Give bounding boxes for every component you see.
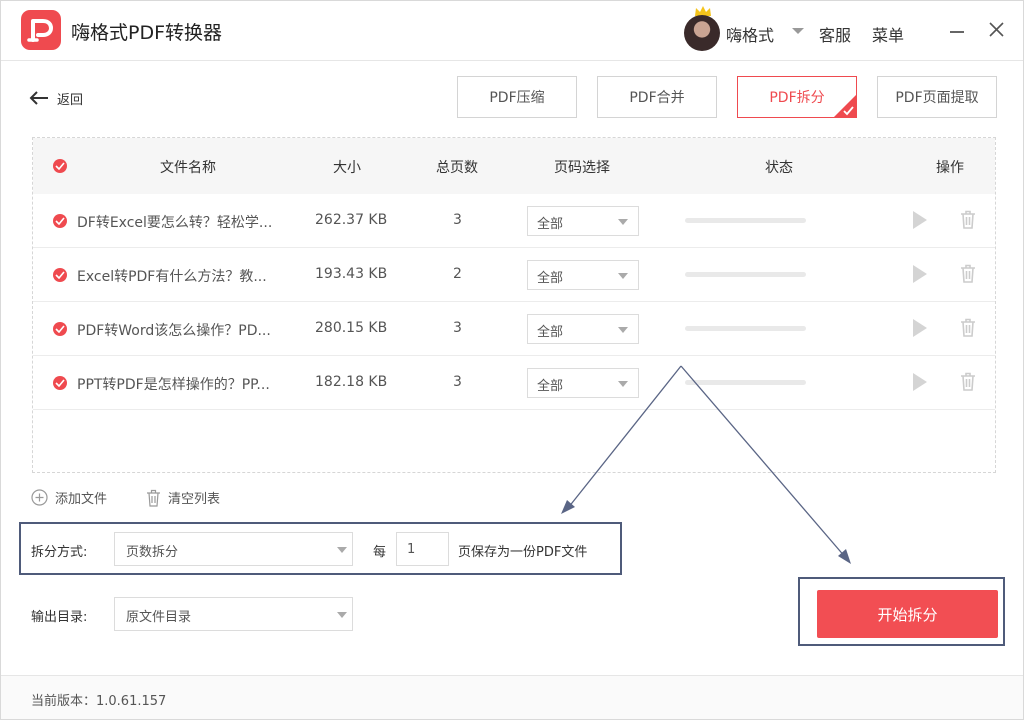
page-count: 2 bbox=[453, 266, 462, 282]
clear-list-button[interactable]: 清空列表 bbox=[146, 488, 220, 507]
page-range-select[interactable]: 全部 bbox=[527, 368, 639, 398]
table-row: PDF转Word该怎么操作？PD... 280.15 KB 3 全部 bbox=[33, 302, 995, 356]
page-count: 3 bbox=[453, 374, 462, 390]
split-method-value: 页数拆分 bbox=[126, 545, 179, 560]
tab-pdf-compress[interactable]: PDF压缩 bbox=[457, 76, 577, 118]
play-icon[interactable] bbox=[913, 319, 927, 337]
page-range-value: 全部 bbox=[537, 379, 564, 394]
play-icon[interactable] bbox=[913, 373, 927, 391]
file-table: 文件名称 大小 总页数 页码选择 状态 操作 DF转Excel要怎么转？轻松学.… bbox=[32, 137, 996, 473]
split-method-label: 拆分方式: bbox=[31, 545, 88, 560]
page-range-value: 全部 bbox=[537, 217, 564, 232]
chevron-down-icon bbox=[337, 547, 347, 553]
close-icon[interactable] bbox=[988, 21, 1005, 38]
version-text: 当前版本：1.0.61.157 bbox=[31, 694, 167, 709]
delete-icon[interactable] bbox=[960, 372, 976, 391]
table-row: DF转Excel要怎么转？轻松学... 262.37 KB 3 全部 bbox=[33, 194, 995, 248]
row-checkbox[interactable] bbox=[53, 268, 67, 282]
plus-circle-icon bbox=[31, 489, 48, 506]
table-header: 文件名称 大小 总页数 页码选择 状态 操作 bbox=[33, 138, 995, 194]
status-progress-bar bbox=[685, 218, 806, 223]
header-page-range: 页码选择 bbox=[554, 160, 610, 176]
minimize-icon[interactable] bbox=[950, 31, 964, 33]
app-title: 嗨格式PDF转换器 bbox=[71, 22, 223, 44]
header-size: 大小 bbox=[333, 160, 361, 176]
app-window: 嗨格式PDF转换器 嗨格式 客服 菜单 返回 PDF压缩 PDF合并 PDF拆分 bbox=[0, 0, 1024, 720]
status-progress-bar bbox=[685, 326, 806, 331]
tab-pdf-page-extract[interactable]: PDF页面提取 bbox=[877, 76, 997, 118]
tab-pdf-merge[interactable]: PDF合并 bbox=[597, 76, 717, 118]
page-range-select[interactable]: 全部 bbox=[527, 260, 639, 290]
status-progress-bar bbox=[685, 380, 806, 385]
page-count: 3 bbox=[453, 320, 462, 336]
split-method-select[interactable]: 页数拆分 bbox=[114, 532, 353, 566]
file-name: PPT转PDF是怎样操作的？PP... bbox=[77, 377, 270, 393]
file-size: 193.43 KB bbox=[315, 266, 388, 282]
output-dir-select[interactable]: 原文件目录 bbox=[114, 597, 353, 631]
pages-per-file-input[interactable] bbox=[396, 532, 449, 566]
selected-check-icon bbox=[833, 94, 857, 118]
customer-service-button[interactable]: 客服 bbox=[819, 22, 851, 46]
add-files-label: 添加文件 bbox=[55, 492, 108, 507]
add-files-button[interactable]: 添加文件 bbox=[31, 488, 107, 507]
play-icon[interactable] bbox=[913, 211, 927, 229]
chevron-down-icon bbox=[618, 327, 628, 333]
header-file-name: 文件名称 bbox=[160, 160, 216, 176]
file-name: PDF转Word该怎么操作？PD... bbox=[77, 323, 271, 339]
user-dropdown-chevron-icon[interactable] bbox=[792, 28, 804, 34]
page-range-value: 全部 bbox=[537, 271, 564, 286]
file-name: Excel转PDF有什么方法？教... bbox=[77, 269, 267, 285]
footer: 当前版本：1.0.61.157 bbox=[1, 675, 1023, 719]
file-size: 182.18 KB bbox=[315, 374, 388, 390]
page-range-select[interactable]: 全部 bbox=[527, 206, 639, 236]
chevron-down-icon bbox=[337, 612, 347, 618]
header-status: 状态 bbox=[765, 160, 793, 176]
username[interactable]: 嗨格式 bbox=[726, 22, 774, 46]
file-name: DF转Excel要怎么转？轻松学... bbox=[77, 215, 273, 231]
tab-label: PDF拆分 bbox=[769, 90, 825, 106]
row-checkbox[interactable] bbox=[53, 322, 67, 336]
status-progress-bar bbox=[685, 272, 806, 277]
page-range-select[interactable]: 全部 bbox=[527, 314, 639, 344]
row-checkbox[interactable] bbox=[53, 214, 67, 228]
table-row: Excel转PDF有什么方法？教... 193.43 KB 2 全部 bbox=[33, 248, 995, 302]
file-size: 280.15 KB bbox=[315, 320, 388, 336]
delete-icon[interactable] bbox=[960, 318, 976, 337]
delete-icon[interactable] bbox=[960, 210, 976, 229]
app-logo-icon bbox=[21, 10, 61, 50]
back-label: 返回 bbox=[57, 92, 84, 108]
menu-button[interactable]: 菜单 bbox=[872, 22, 904, 46]
select-all-checkbox[interactable] bbox=[53, 159, 67, 173]
chevron-down-icon bbox=[618, 381, 628, 387]
tab-label: PDF页面提取 bbox=[895, 90, 979, 106]
start-split-button[interactable]: 开始拆分 bbox=[817, 590, 998, 638]
row-checkbox[interactable] bbox=[53, 376, 67, 390]
output-dir-value: 原文件目录 bbox=[126, 610, 192, 625]
back-arrow-icon bbox=[29, 91, 48, 105]
title-bar: 嗨格式PDF转换器 嗨格式 客服 菜单 bbox=[1, 1, 1023, 61]
trash-icon bbox=[147, 489, 160, 507]
file-size: 262.37 KB bbox=[315, 212, 388, 228]
split-suffix-label: 页保存为一份PDF文件 bbox=[458, 545, 588, 560]
back-button[interactable]: 返回 bbox=[29, 87, 83, 109]
play-icon[interactable] bbox=[913, 265, 927, 283]
avatar[interactable] bbox=[684, 15, 720, 51]
delete-icon[interactable] bbox=[960, 264, 976, 283]
every-label: 每 bbox=[373, 545, 387, 560]
header-pages: 总页数 bbox=[436, 160, 478, 176]
clear-list-label: 清空列表 bbox=[168, 492, 221, 507]
tab-pdf-split[interactable]: PDF拆分 bbox=[737, 76, 857, 118]
header-operations: 操作 bbox=[936, 160, 964, 176]
tab-label: PDF压缩 bbox=[489, 90, 545, 106]
chevron-down-icon bbox=[618, 219, 628, 225]
tab-label: PDF合并 bbox=[629, 90, 685, 106]
table-row: PPT转PDF是怎样操作的？PP... 182.18 KB 3 全部 bbox=[33, 356, 995, 410]
chevron-down-icon bbox=[618, 273, 628, 279]
page-count: 3 bbox=[453, 212, 462, 228]
page-range-value: 全部 bbox=[537, 325, 564, 340]
output-dir-label: 输出目录: bbox=[31, 610, 88, 625]
